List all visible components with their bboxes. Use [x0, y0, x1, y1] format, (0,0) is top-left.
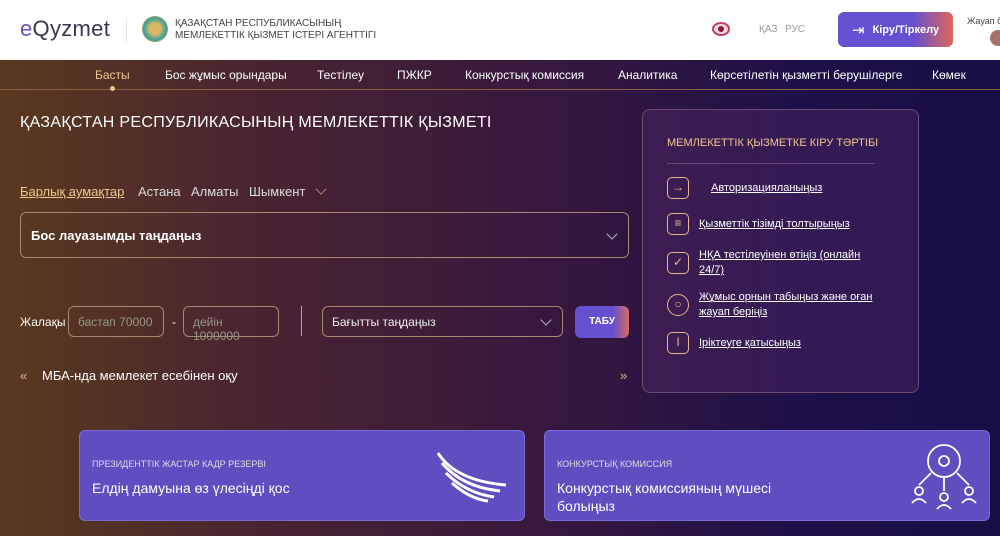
- header: eQyzmet ҚАЗАҚСТАН РЕСПУБЛИКАСЫНЫҢ МЕМЛЕКЕ…: [0, 0, 1000, 60]
- lang-kz[interactable]: ҚАЗ: [759, 24, 777, 35]
- direction-select-label: Бағытты таңдаңыз: [332, 315, 436, 329]
- ticker-text[interactable]: МБА-нда мемлекет есебінен оқу: [42, 368, 238, 383]
- step-item[interactable]: I Іріктеуге қатысыңыз: [667, 332, 801, 354]
- agency-line2: МЕМЛЕКЕТТІК ҚЫЗМЕТ ІСТЕРІ АГЕНТТІГІ: [175, 30, 377, 41]
- divider: [126, 18, 127, 42]
- youth-reserve-card[interactable]: ПРЕЗИДЕНТТІК ЖАСТАР КАДР РЕЗЕРВІ Елдің д…: [79, 430, 525, 521]
- logo[interactable]: eQyzmet: [20, 16, 110, 42]
- card-kicker: КОНКУРСТЫҚ КОМИССИЯ: [557, 459, 673, 469]
- nav-help[interactable]: Көмек: [932, 68, 966, 82]
- salary-to-input[interactable]: дейін 1000000: [183, 306, 279, 343]
- nav-vacancies[interactable]: Бос жұмыс орындары: [165, 68, 287, 82]
- wing-logo-icon: [436, 452, 507, 503]
- region-all[interactable]: Барлық аумақтар: [20, 184, 124, 199]
- step-item[interactable]: ≡ Қызметтік тізімді толтырыңыз: [667, 213, 850, 235]
- login-icon: →: [667, 177, 689, 199]
- region-almaty[interactable]: Алматы: [191, 184, 238, 199]
- chat-search-icon: ○: [667, 294, 689, 316]
- prev-arrow-icon[interactable]: «: [20, 368, 27, 383]
- chevron-down-icon: [606, 228, 618, 240]
- entry-procedure-panel: МЕМЛЕКЕТТІК ҚЫЗМЕТКЕ КІРУ ТӘРТІБІ → Автор…: [642, 109, 919, 393]
- step-link[interactable]: Қызметтік тізімді толтырыңыз: [699, 217, 850, 232]
- lang-ru[interactable]: РУС: [785, 24, 805, 35]
- salary-label: Жалақы: [20, 315, 66, 329]
- test-check-icon: ✓: [667, 252, 689, 274]
- commission-people-icon: [911, 444, 977, 510]
- form-edit-icon: ≡: [667, 213, 689, 235]
- state-emblem-icon: [142, 16, 168, 42]
- region-astana[interactable]: Астана: [138, 184, 181, 199]
- accessibility-eye-icon[interactable]: [712, 22, 730, 36]
- nav-commission[interactable]: Конкурстық комиссия: [465, 68, 584, 82]
- chevron-down-icon: [540, 314, 552, 326]
- trophy-icon: I: [667, 332, 689, 354]
- divider: [667, 163, 874, 164]
- card-heading: Елдің дамуына өз үлесіңді қос: [92, 480, 290, 496]
- login-button[interactable]: ⇥ Кіру/Тіркелу: [838, 12, 953, 47]
- salary-dash: -: [172, 315, 176, 329]
- logo-main: Qyzmet: [32, 16, 111, 41]
- main-nav: Басты Бос жұмыс орындары Тестілеу ПЖКР К…: [0, 60, 1000, 91]
- logo-prefix: e: [20, 16, 33, 41]
- nav-testing[interactable]: Тестілеу: [317, 68, 364, 82]
- avatar[interactable]: [990, 30, 1000, 46]
- nav-home[interactable]: Басты: [95, 68, 130, 82]
- salary-from-input[interactable]: бастап 70000: [68, 306, 164, 337]
- regions-more-chevron-icon[interactable]: [315, 183, 327, 195]
- region-shymkent[interactable]: Шымкент: [249, 184, 305, 199]
- step-item[interactable]: ✓ НҚА тестілеуінен өтіңіз (онлайн 24/7): [667, 248, 877, 278]
- step-item[interactable]: → Авторизацияланыңыз: [667, 177, 822, 199]
- step-link[interactable]: НҚА тестілеуінен өтіңіз (онлайн 24/7): [699, 248, 877, 278]
- main-area: Басты Бос жұмыс орындары Тестілеу ПЖКР К…: [0, 60, 1000, 536]
- agency-name: ҚАЗАҚСТАН РЕСПУБЛИКАСЫНЫҢ МЕМЛЕКЕТТІК ҚЫЗ…: [175, 18, 376, 42]
- next-arrow-icon[interactable]: »: [620, 368, 627, 383]
- reply-label: Жауап б: [967, 16, 1000, 26]
- commission-card[interactable]: КОНКУРСТЫҚ КОМИССИЯ Конкурстық комиссиян…: [544, 430, 990, 521]
- login-label: Кіру/Тіркелу: [872, 23, 940, 36]
- step-link[interactable]: Жұмыс орнын табыңыз және оған жауап бері…: [699, 290, 887, 320]
- active-indicator: [110, 86, 115, 91]
- nav-pzhkr[interactable]: ПЖКР: [397, 68, 432, 82]
- find-button[interactable]: ТАБУ: [575, 306, 629, 338]
- card-heading: Конкурстық комиссияның мүшесі болыңыз: [557, 480, 772, 514]
- step-link[interactable]: Іріктеуге қатысыңыз: [699, 336, 801, 351]
- nav-providers[interactable]: Көрсетілетін қызметті берушілерге: [710, 68, 902, 82]
- position-select[interactable]: Бос лауазымды таңдаңыз: [20, 212, 629, 258]
- login-icon: ⇥: [851, 21, 865, 39]
- divider: [301, 306, 302, 336]
- nav-analytics[interactable]: Аналитика: [618, 68, 677, 82]
- panel-title: МЕМЛЕКЕТТІК ҚЫЗМЕТКЕ КІРУ ТӘРТІБІ: [667, 137, 879, 149]
- step-link[interactable]: Авторизацияланыңыз: [711, 181, 822, 196]
- agency-line1: ҚАЗАҚСТАН РЕСПУБЛИКАСЫНЫҢ: [175, 18, 342, 29]
- direction-select[interactable]: Бағытты таңдаңыз: [322, 306, 563, 337]
- position-select-label: Бос лауазымды таңдаңыз: [31, 228, 202, 243]
- card-kicker: ПРЕЗИДЕНТТІК ЖАСТАР КАДР РЕЗЕРВІ: [92, 459, 266, 469]
- step-item[interactable]: ○ Жұмыс орнын табыңыз және оған жауап бер…: [667, 290, 887, 320]
- page-title: ҚАЗАҚСТАН РЕСПУБЛИКАСЫНЫҢ МЕМЛЕКЕТТІК ҚЫ…: [20, 114, 492, 131]
